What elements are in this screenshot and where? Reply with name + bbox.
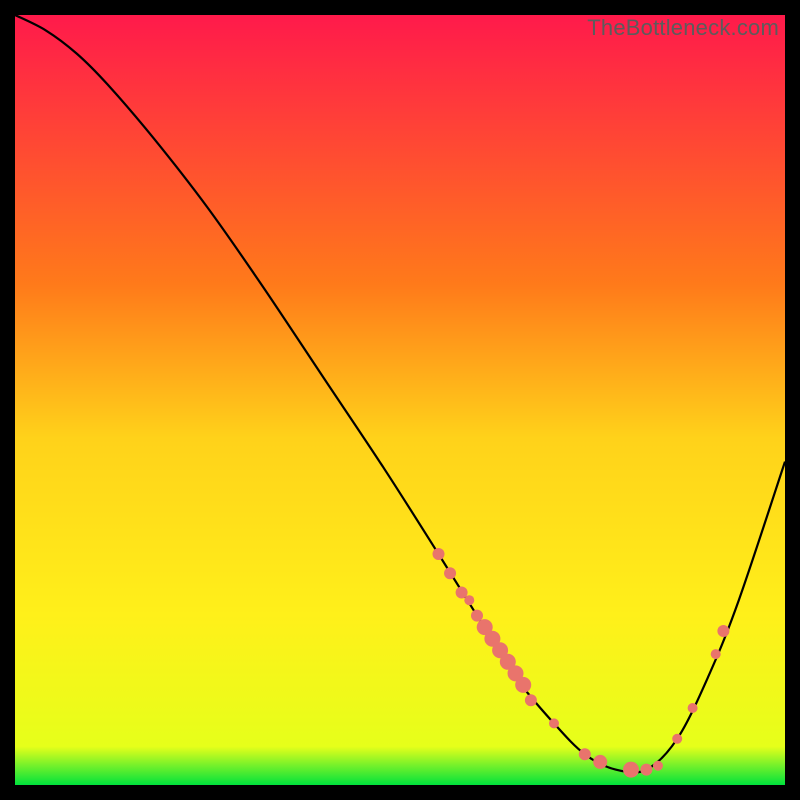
curve-marker [515, 677, 531, 693]
curve-marker [640, 764, 652, 776]
curve-marker [672, 734, 682, 744]
curve-marker [433, 548, 445, 560]
chart-frame: TheBottleneck.com [15, 15, 785, 785]
bottleneck-chart [15, 15, 785, 785]
curve-marker [444, 567, 456, 579]
curve-marker [471, 610, 483, 622]
curve-marker [623, 762, 639, 778]
curve-marker [593, 755, 607, 769]
watermark-text: TheBottleneck.com [587, 15, 779, 41]
curve-marker [688, 703, 698, 713]
curve-marker [579, 748, 591, 760]
curve-marker [525, 694, 537, 706]
gradient-background [15, 15, 785, 785]
curve-marker [653, 761, 663, 771]
curve-marker [717, 625, 729, 637]
curve-marker [549, 718, 559, 728]
curve-marker [464, 595, 474, 605]
curve-marker [711, 649, 721, 659]
